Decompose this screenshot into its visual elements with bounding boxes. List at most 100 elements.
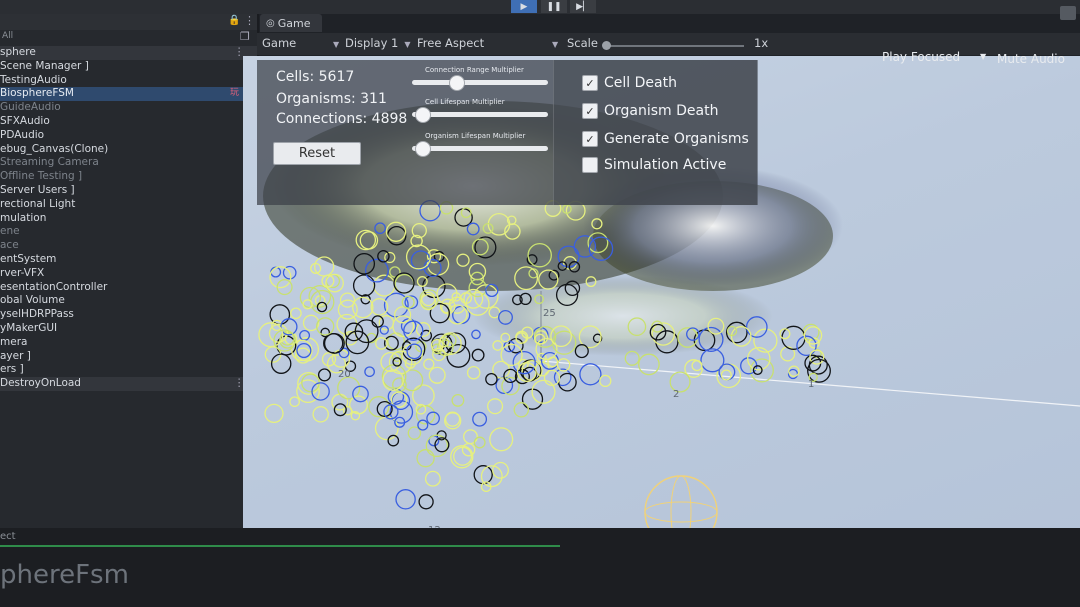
hierarchy-item[interactable]: esentationController: [0, 281, 257, 295]
organism-cell: [485, 372, 498, 386]
checkbox-row[interactable]: Simulation Active: [582, 157, 726, 173]
hierarchy-item[interactable]: sphere ⋮: [0, 46, 257, 60]
hierarchy-item[interactable]: rver-VFX: [0, 267, 257, 281]
checkbox[interactable]: ✓: [582, 103, 598, 119]
hierarchy-item[interactable]: mulation: [0, 212, 257, 226]
reset-button[interactable]: Reset: [273, 142, 361, 165]
search-filter-icon[interactable]: ❐: [240, 30, 250, 43]
hierarchy-item[interactable]: ers ]: [0, 363, 257, 377]
axis-number: 2: [673, 389, 680, 400]
checkbox[interactable]: ✓: [582, 131, 598, 147]
slider-track[interactable]: [412, 146, 548, 151]
hierarchy-item[interactable]: entSystem: [0, 253, 257, 267]
tab-game[interactable]: ◎ Game: [260, 14, 322, 32]
slider-knob[interactable]: [414, 107, 431, 123]
checkbox[interactable]: ✓: [582, 75, 598, 91]
view-select[interactable]: Game: [262, 36, 296, 50]
checkbox[interactable]: [582, 157, 598, 173]
aspect-select-value: Free Aspect: [417, 36, 485, 50]
hierarchy-item[interactable]: GuideAudio: [0, 101, 257, 115]
organism-cell: [290, 307, 302, 320]
slider-label: Cell Lifespan Multiplier: [425, 98, 505, 106]
play-focused-select[interactable]: Play Focused: [882, 50, 960, 64]
chevron-down-icon: ▼: [404, 40, 411, 49]
scale-slider-track[interactable]: [604, 45, 744, 47]
organism-cell: [473, 436, 486, 449]
hierarchy-item-label: DestroyOnLoad: [0, 377, 81, 390]
hierarchy-header: 🔒 ⋮: [0, 14, 257, 30]
hierarchy-item[interactable]: ace: [0, 239, 257, 253]
step-button[interactable]: ▶▏: [570, 0, 596, 13]
play-toolbar: ▶ ❚❚ ▶▏: [0, 0, 1080, 20]
hierarchy-item[interactable]: ene: [0, 225, 257, 239]
organism-cell: [352, 385, 369, 403]
fsm-title: phereFsm: [0, 560, 129, 590]
pause-icon: ❚❚: [546, 1, 562, 12]
hierarchy-item[interactable]: Scene Manager ]: [0, 60, 257, 74]
organism-cell: [352, 274, 376, 297]
hierarchy-item[interactable]: Server Users ]: [0, 184, 257, 198]
organism-cell: [323, 332, 345, 354]
hierarchy-item[interactable]: PDAudio: [0, 129, 257, 143]
hierarchy-item[interactable]: yselHDRPPass: [0, 308, 257, 322]
organism-cell: [371, 315, 384, 328]
hierarchy-search[interactable]: All ❐: [0, 30, 257, 46]
hierarchy-list: sphere ⋮ Scene Manager ] TestingAudio Biosph…: [0, 46, 257, 391]
organism-cell: [426, 411, 440, 426]
hierarchy-item-label: rectional Light: [0, 197, 76, 210]
chevron-down-icon[interactable]: ▼: [980, 52, 986, 61]
slider-track[interactable]: [412, 112, 548, 117]
organism-cell: [471, 348, 485, 362]
hierarchy-item[interactable]: ebug_Canvas(Clone): [0, 143, 257, 157]
hierarchy-item[interactable]: rectional Light: [0, 198, 257, 212]
tab-game-label: Game: [277, 16, 311, 30]
cells-count: Cells: 5617: [276, 69, 355, 85]
organism-cell: [487, 398, 504, 415]
organism-cell: [417, 419, 429, 431]
organism-cell: [700, 348, 725, 373]
hierarchy-item-label: GuideAudio: [0, 101, 61, 114]
play-button[interactable]: ▶: [511, 0, 537, 13]
organism-cell: [311, 382, 330, 401]
play-icon: ▶: [520, 1, 528, 12]
hierarchy-item[interactable]: obal Volume: [0, 294, 257, 308]
lock-icon[interactable]: 🔒: [228, 15, 240, 26]
hierarchy-item[interactable]: Offline Testing ]: [0, 170, 257, 184]
hierarchy-item[interactable]: SFXAudio: [0, 115, 257, 129]
slider-label: Organism Lifespan Multiplier: [425, 132, 526, 140]
slider-track[interactable]: [412, 80, 548, 85]
organism-cell: [558, 372, 577, 392]
organism-cell: [472, 411, 488, 427]
display-select[interactable]: Display 1 ▼: [345, 36, 411, 50]
organism-cell: [316, 317, 335, 336]
layout-icon[interactable]: [1060, 6, 1076, 20]
scale-value: 1x: [754, 36, 769, 50]
checkbox-row[interactable]: ✓ Cell Death: [582, 75, 677, 91]
hierarchy-item[interactable]: mera: [0, 336, 257, 350]
aspect-select[interactable]: Free Aspect: [417, 36, 484, 50]
hierarchy-item[interactable]: DestroyOnLoad ⋮: [0, 377, 257, 391]
more-options-icon[interactable]: ⋮: [244, 14, 255, 27]
hierarchy-item[interactable]: TestingAudio: [0, 74, 257, 88]
hierarchy-item[interactable]: yMakerGUI: [0, 322, 257, 336]
checkbox-row[interactable]: ✓ Organism Death: [582, 103, 718, 119]
pause-button[interactable]: ❚❚: [541, 0, 567, 13]
organism-cell: [412, 384, 435, 408]
slider-knob[interactable]: [414, 141, 431, 157]
organism-cell: [463, 429, 478, 445]
hierarchy-item[interactable]: Streaming Camera: [0, 156, 257, 170]
scale-slider-knob[interactable]: [602, 41, 611, 50]
hierarchy-item[interactable]: BiosphereFSM 玩: [0, 87, 257, 102]
organisms-count: Organisms: 311: [276, 91, 387, 107]
slider-knob[interactable]: [448, 75, 465, 91]
organism-cell: [407, 426, 422, 440]
mute-audio-toggle[interactable]: Mute Audio: [997, 52, 1065, 66]
hierarchy-item[interactable]: ayer ]: [0, 350, 257, 364]
view-select-caret[interactable]: ▼: [327, 36, 339, 50]
aspect-select-caret[interactable]: ▼: [546, 36, 558, 50]
checkbox-row[interactable]: ✓ Generate Organisms: [582, 131, 749, 147]
hierarchy-item-label: ace: [0, 239, 19, 252]
organism-cell: [691, 360, 703, 372]
organism-cell: [471, 329, 481, 340]
checkbox-label: Generate Organisms: [604, 131, 749, 147]
